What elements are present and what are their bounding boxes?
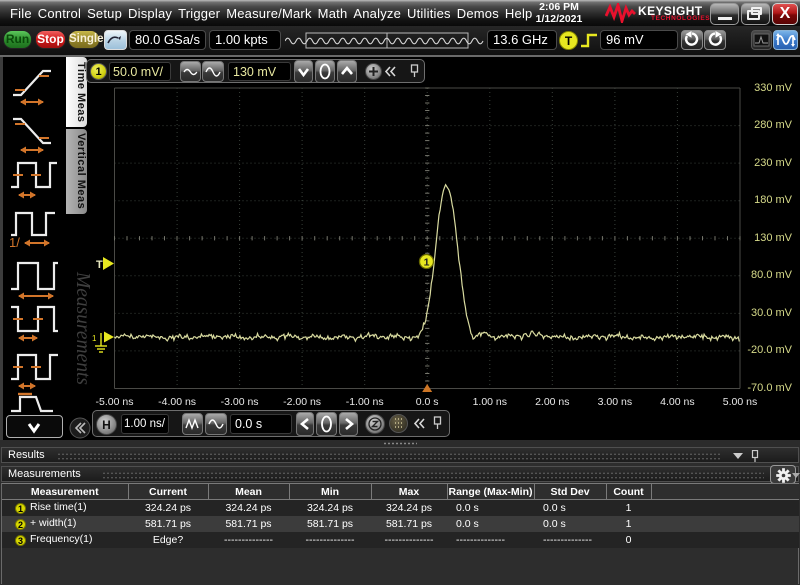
svg-text:1: 1 xyxy=(424,257,430,269)
svg-text:1: 1 xyxy=(92,334,97,343)
svg-text:T: T xyxy=(96,259,103,271)
